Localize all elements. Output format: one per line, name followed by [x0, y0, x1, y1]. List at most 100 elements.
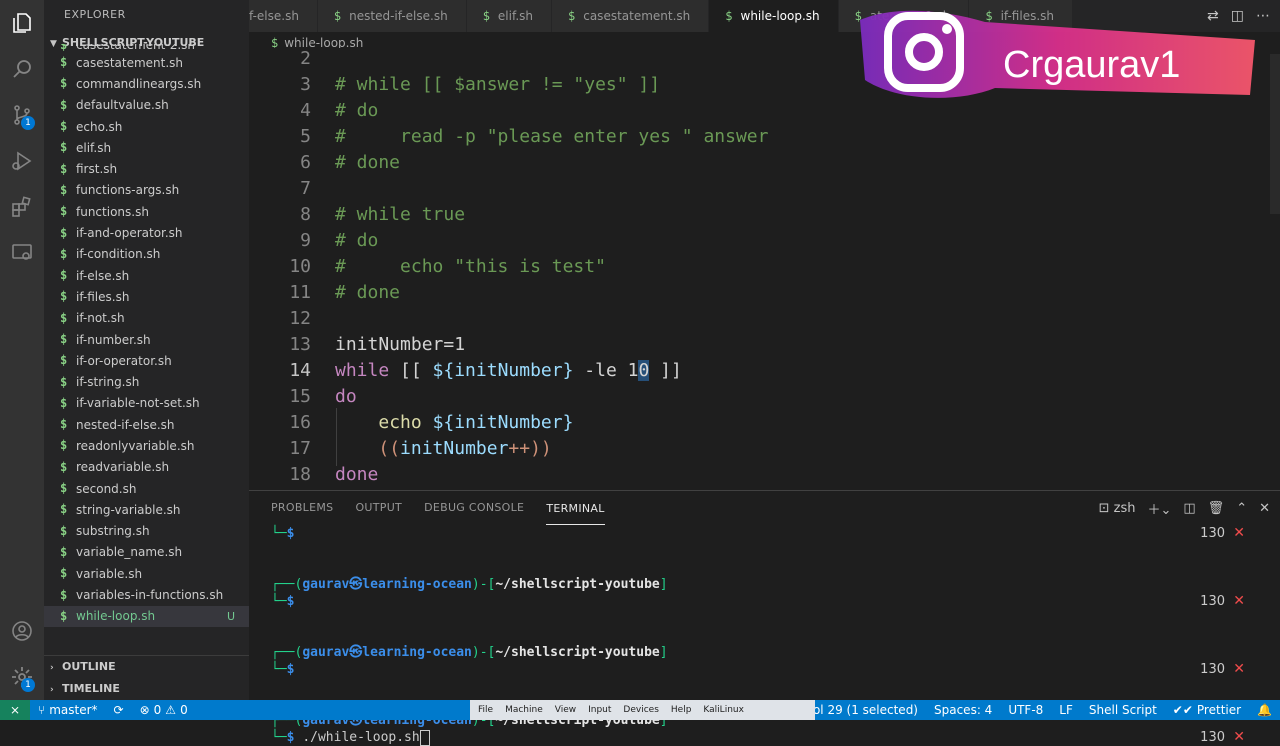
- file-item[interactable]: $ if-else.sh: [44, 265, 249, 286]
- timeline-section[interactable]: › TIMELINE: [44, 678, 249, 700]
- file-item[interactable]: $ if-files.sh: [44, 286, 249, 307]
- code-line[interactable]: 15 do: [249, 384, 1280, 410]
- file-name: defaultvalue.sh: [76, 98, 169, 113]
- file-item[interactable]: $ string-variable.sh: [44, 499, 249, 520]
- file-item[interactable]: $ echo.sh: [44, 116, 249, 137]
- file-item[interactable]: $ if-and-operator.sh: [44, 222, 249, 243]
- branch-indicator[interactable]: ⑂ master*: [30, 703, 106, 717]
- editor-tab[interactable]: $ nested-if-else.sh: [317, 0, 467, 32]
- file-item[interactable]: $ nested-if-else.sh: [44, 414, 249, 435]
- new-terminal-icon[interactable]: ＋⌄: [1147, 499, 1171, 518]
- editor-tab[interactable]: $ elif.sh: [466, 0, 552, 32]
- file-item[interactable]: $ casestatement.sh: [44, 52, 249, 73]
- code-line[interactable]: 17 ((initNumber++)): [249, 436, 1280, 462]
- shell-file-icon: $: [60, 438, 68, 453]
- code-line[interactable]: 6 # done: [249, 150, 1280, 176]
- vm-menu-item[interactable]: Help: [671, 705, 692, 715]
- panel-tab[interactable]: TERMINAL: [546, 492, 605, 525]
- language-mode[interactable]: Shell Script: [1081, 703, 1165, 717]
- settings-gear-icon[interactable]: 1: [0, 654, 44, 700]
- notifications-bell-icon[interactable]: 🔔: [1249, 703, 1280, 717]
- editor-tab[interactable]: $ casestatement.sh: [552, 0, 710, 32]
- file-item[interactable]: $ readvariable.sh: [44, 457, 249, 478]
- panel-tab[interactable]: PROBLEMS: [271, 491, 333, 525]
- file-item[interactable]: $ if-number.sh: [44, 329, 249, 350]
- code-line[interactable]: 7: [249, 176, 1280, 202]
- end-of-line[interactable]: LF: [1051, 703, 1081, 717]
- code-line[interactable]: 14 while [[ ${initNumber} -le 10 ]]: [249, 358, 1280, 384]
- file-item[interactable]: $ variable_name.sh: [44, 542, 249, 563]
- file-item[interactable]: $ functions-args.sh: [44, 180, 249, 201]
- file-item[interactable]: $ if-string.sh: [44, 371, 249, 392]
- editor-tab[interactable]: f-else.sh: [249, 0, 318, 32]
- explorer-icon[interactable]: [0, 0, 44, 46]
- file-item[interactable]: $ commandlineargs.sh: [44, 73, 249, 94]
- run-debug-icon[interactable]: [0, 138, 44, 184]
- file-item[interactable]: $ functions.sh: [44, 201, 249, 222]
- code-content: do: [335, 384, 357, 410]
- file-item[interactable]: $ variables-in-functions.sh: [44, 584, 249, 605]
- shell-file-icon: $: [60, 459, 68, 474]
- source-control-icon[interactable]: 1: [0, 92, 44, 138]
- explorer-sidebar: EXPLORER ▼ SHELLSCRIPT-YOUTUBE $ casestate…: [44, 0, 249, 700]
- problems-indicator[interactable]: ⊗ 0 ⚠ 0: [132, 703, 196, 717]
- file-item[interactable]: $ readonlyvariable.sh: [44, 435, 249, 456]
- file-name: if-or-operator.sh: [76, 353, 172, 368]
- outline-section[interactable]: › OUTLINE: [44, 656, 249, 678]
- file-item[interactable]: $ variable.sh: [44, 563, 249, 584]
- close-panel-icon[interactable]: ✕: [1259, 501, 1270, 516]
- code-line[interactable]: 9 # do: [249, 228, 1280, 254]
- line-number: 16: [289, 412, 311, 433]
- panel-tab[interactable]: DEBUG CONSOLE: [424, 491, 524, 525]
- split-terminal-icon[interactable]: ◫: [1183, 501, 1195, 516]
- panel-tab[interactable]: OUTPUT: [355, 491, 402, 525]
- line-number: 11: [289, 282, 311, 303]
- file-item[interactable]: $ second.sh: [44, 478, 249, 499]
- account-icon[interactable]: [0, 608, 44, 654]
- code-content: # while [[ $answer != "yes" ]]: [335, 72, 660, 98]
- extensions-icon[interactable]: [0, 184, 44, 230]
- encoding[interactable]: UTF-8: [1000, 703, 1051, 717]
- watermark-text: Crgaurav1: [1003, 44, 1180, 86]
- terminal-shell-icon[interactable]: ⊡ zsh: [1099, 501, 1136, 516]
- code-editor[interactable]: 2 3 # while [[ $answer != "yes" ]] 4 # do 5 # …: [249, 48, 1280, 488]
- vm-menu-item[interactable]: Input: [588, 705, 611, 715]
- vm-menu-item[interactable]: File: [478, 705, 493, 715]
- file-item[interactable]: $ if-not.sh: [44, 308, 249, 329]
- search-icon[interactable]: [0, 46, 44, 92]
- code-line[interactable]: 12: [249, 306, 1280, 332]
- code-line[interactable]: 16 echo ${initNumber}: [249, 410, 1280, 436]
- editor-tab[interactable]: $ while-loop.sh: [709, 0, 839, 32]
- file-item[interactable]: $ if-condition.sh: [44, 244, 249, 265]
- code-line[interactable]: 18 done: [249, 462, 1280, 488]
- file-item[interactable]: $ first.sh: [44, 158, 249, 179]
- editor-scrollbar[interactable]: [1270, 54, 1280, 214]
- file-item[interactable]: $ if-variable-not-set.sh: [44, 393, 249, 414]
- maximize-panel-icon[interactable]: ⌃: [1236, 501, 1247, 516]
- prompt-path: ~/shellscript-youtube: [495, 577, 660, 592]
- file-item[interactable]: $ elif.sh: [44, 137, 249, 158]
- code-content: # while true: [335, 202, 465, 228]
- sync-icon[interactable]: ⟳: [106, 703, 132, 717]
- code-text: # done: [335, 152, 401, 173]
- vm-menu-item[interactable]: View: [555, 705, 576, 715]
- vm-menu-item[interactable]: KaliLinux: [703, 705, 744, 715]
- code-line[interactable]: 8 # while true: [249, 202, 1280, 228]
- file-item[interactable]: $ substring.sh: [44, 521, 249, 542]
- code-line[interactable]: 10 # echo "this is test": [249, 254, 1280, 280]
- vm-menu-item[interactable]: Machine: [505, 705, 543, 715]
- vm-menu-item[interactable]: Devices: [623, 705, 658, 715]
- remote-explorer-icon[interactable]: [0, 230, 44, 276]
- indentation[interactable]: Spaces: 4: [926, 703, 1000, 717]
- file-item[interactable]: $ if-or-operator.sh: [44, 350, 249, 371]
- code-line[interactable]: 11 # done: [249, 280, 1280, 306]
- shell-file-icon: $: [60, 268, 68, 283]
- file-item[interactable]: $ while-loop.sh U: [44, 605, 249, 628]
- code-line[interactable]: 13 initNumber=1: [249, 332, 1280, 358]
- code-line[interactable]: 5 # read -p "please enter yes " answer: [249, 124, 1280, 150]
- prettier-status[interactable]: ✔✔ Prettier: [1165, 703, 1249, 717]
- trash-icon[interactable]: 🗑: [1208, 501, 1225, 516]
- file-item[interactable]: $ casestatement-2.sh: [44, 44, 249, 52]
- remote-indicator-icon[interactable]: ⨯: [0, 700, 30, 720]
- file-item[interactable]: $ defaultvalue.sh: [44, 95, 249, 116]
